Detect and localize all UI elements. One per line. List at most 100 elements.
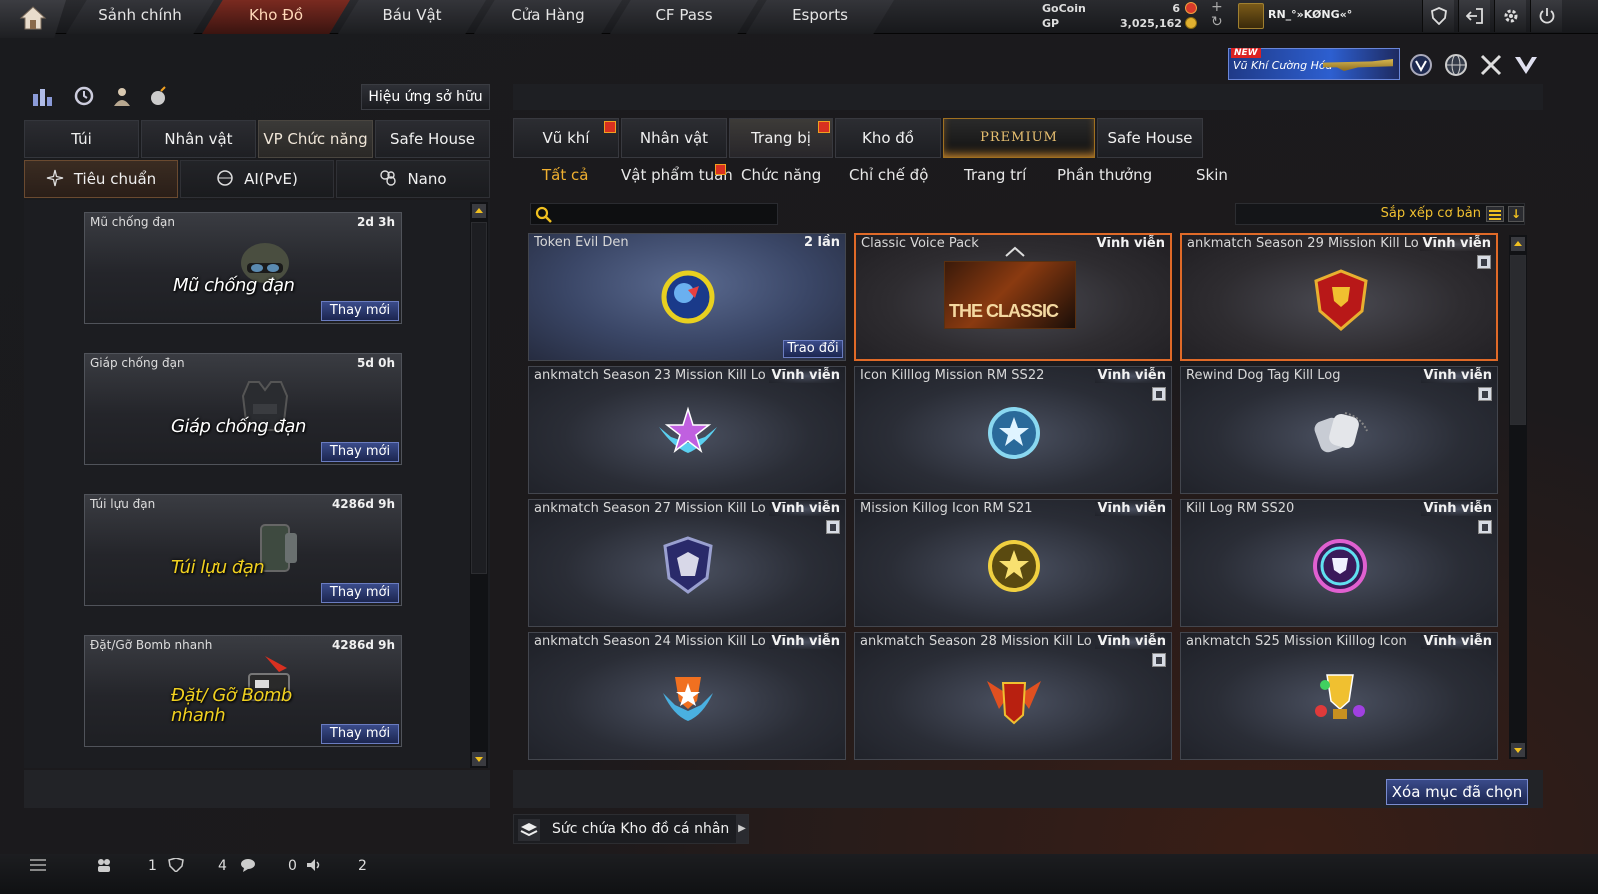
tab-safe-house[interactable]: Safe House: [375, 120, 490, 158]
item-card[interactable]: ankmatch Season 27 Mission Kill Lo Vĩnh …: [528, 499, 846, 627]
scroll-down-arrow[interactable]: [472, 752, 486, 766]
history-icon[interactable]: [72, 84, 96, 108]
subtab-rewards[interactable]: Phần thưởng: [1057, 166, 1152, 184]
scroll-up-arrow[interactable]: [472, 204, 486, 218]
tab-storage[interactable]: Kho đồ: [835, 118, 941, 158]
trash-icon[interactable]: [1477, 255, 1491, 269]
subtab-mode-only[interactable]: Chỉ chế độ: [849, 166, 928, 184]
tab-safe-house-right[interactable]: Safe House: [1097, 118, 1203, 158]
tab-vp-function[interactable]: VP Chức năng: [258, 120, 373, 158]
equipment-card-armor[interactable]: Giáp chống đạn 5d 0h Giáp chống đạn Thay…: [84, 353, 402, 465]
subtab-nano[interactable]: Nano: [336, 160, 490, 198]
renew-button[interactable]: Thay mới: [321, 442, 399, 462]
item-card[interactable]: ankmatch Season 24 Mission Kill Lo Vĩnh …: [528, 632, 846, 760]
item-card[interactable]: Icon Killlog Mission RM SS22 Vĩnh viễn: [854, 366, 1172, 494]
item-card[interactable]: Classic Voice Pack Vĩnh viễn THE CLASSIC: [854, 233, 1172, 361]
delete-selected-button[interactable]: Xóa mục đã chọn: [1386, 779, 1528, 805]
item-card[interactable]: ankmatch Season 28 Mission Kill Lo Vĩnh …: [854, 632, 1172, 760]
equipment-title: Giáp chống đạn: [171, 416, 306, 437]
subtab-decoration[interactable]: Trang trí: [964, 166, 1026, 184]
item-card[interactable]: Mission Killog Icon RM S21 Vĩnh viễn: [854, 499, 1172, 627]
v-logo-icon[interactable]: [1513, 52, 1539, 78]
bomb-icon[interactable]: [146, 84, 170, 108]
item-name: Kill Log RM SS20: [1186, 501, 1295, 516]
scroll-up-arrow[interactable]: [1511, 237, 1525, 251]
subtab-all[interactable]: Tất cả: [542, 166, 588, 184]
home-button[interactable]: [0, 0, 66, 38]
renew-button[interactable]: Thay mới: [321, 724, 399, 744]
globe-icon[interactable]: [1443, 52, 1469, 78]
refresh-icon[interactable]: ↻: [1211, 15, 1223, 30]
capacity-panel[interactable]: Sức chứa Kho đồ cá nhân ▶: [513, 814, 749, 844]
character-icon[interactable]: [110, 84, 134, 108]
item-card[interactable]: Kill Log RM SS20 Vĩnh viễn: [1180, 499, 1498, 627]
item-name: Mission Killog Icon RM S21: [860, 501, 1033, 516]
clan-shield-icon[interactable]: [168, 858, 184, 872]
item-card[interactable]: ankmatch Season 23 Mission Kill Lo Vĩnh …: [528, 366, 846, 494]
equipment-card-quick-bomb[interactable]: Đặt/Gỡ Bomb nhanh 4286d 9h Đặt/ Gỡ Bomb …: [84, 635, 402, 747]
tab-characters[interactable]: Nhân vật: [621, 118, 727, 158]
chevron-up-icon: [1005, 246, 1025, 257]
chat-icon[interactable]: [240, 858, 256, 872]
tab-bag[interactable]: Túi: [24, 120, 139, 158]
trash-icon[interactable]: [1478, 520, 1492, 534]
exit-button[interactable]: [1458, 0, 1490, 32]
chevron-right-icon[interactable]: ▶: [736, 815, 748, 843]
subtab-standard[interactable]: Tiêu chuẩn: [24, 160, 178, 198]
subtab-ai-pve[interactable]: AI(PvE): [180, 160, 334, 198]
nav-tab-lobby[interactable]: Sảnh chính: [66, 0, 214, 34]
equipment-card-helmet[interactable]: Mũ chống đạn 2d 3h Mũ chống đạn Thay mới: [84, 212, 402, 324]
nav-tab-esports[interactable]: Esports: [746, 0, 894, 34]
trash-icon[interactable]: [1152, 653, 1166, 667]
nav-tab-cf-pass[interactable]: CF Pass: [610, 0, 758, 34]
dog-tag-icon: [1314, 412, 1368, 453]
emblem-icon[interactable]: [1408, 52, 1434, 78]
renew-button[interactable]: Thay mới: [321, 301, 399, 321]
settings-button[interactable]: [1494, 0, 1526, 32]
scroll-thumb[interactable]: [1510, 255, 1526, 425]
speaker-icon[interactable]: [306, 858, 322, 872]
nav-tab-treasure[interactable]: Báu Vật: [338, 0, 486, 34]
item-card[interactable]: Rewind Dog Tag Kill Log Vĩnh viễn: [1180, 366, 1498, 494]
tab-premium[interactable]: PREMIUM: [943, 118, 1095, 158]
sort-order-icon[interactable]: ↓: [1508, 206, 1524, 222]
tab-equipment[interactable]: Trang bị: [729, 118, 833, 158]
trash-icon[interactable]: [1152, 387, 1166, 401]
sort-dropdown[interactable]: Sắp xếp cơ bản ↓: [1235, 203, 1525, 225]
trash-icon[interactable]: [1478, 387, 1492, 401]
power-button[interactable]: [1530, 0, 1562, 32]
nav-tab-inventory[interactable]: Kho Đồ: [202, 0, 350, 34]
equipment-scrollbar[interactable]: [470, 202, 488, 768]
trade-button[interactable]: Trao đổi: [783, 340, 843, 358]
menu-icon[interactable]: [30, 858, 46, 872]
search-box[interactable]: [530, 203, 778, 225]
gold-star-badge-icon: [988, 540, 1040, 592]
shield-button[interactable]: [1422, 0, 1454, 32]
item-card[interactable]: Token Evil Den 2 lần Trao đổi: [528, 233, 846, 361]
scroll-down-arrow[interactable]: [1511, 743, 1525, 757]
tab-character[interactable]: Nhân vật: [141, 120, 256, 158]
crossed-weapons-icon[interactable]: [1478, 52, 1504, 78]
item-card[interactable]: ankmatch Season 29 Mission Kill Lo Vĩnh …: [1180, 233, 1498, 361]
renew-button[interactable]: Thay mới: [321, 583, 399, 603]
trash-icon[interactable]: [826, 520, 840, 534]
equipment-title: Đặt/ Gỡ Bomb nhanh: [171, 685, 292, 726]
ranking-icon[interactable]: [30, 84, 54, 108]
subtab-skin[interactable]: Skin: [1196, 166, 1228, 184]
friends-icon[interactable]: [96, 858, 112, 872]
scroll-thumb[interactable]: [471, 222, 487, 574]
gocoin-icon: [1185, 2, 1197, 14]
nav-tab-shop[interactable]: Cửa Hàng: [474, 0, 622, 34]
tab-weapons[interactable]: Vũ khí: [513, 118, 619, 158]
promo-banner[interactable]: NEW Vũ Khí Cường Hóa: [1228, 48, 1400, 80]
item-card[interactable]: ankmatch S25 Mission Killlog Icon Vĩnh v…: [1180, 632, 1498, 760]
owned-effects-button[interactable]: Hiệu ứng sở hữu: [361, 84, 490, 110]
item-duration: Vĩnh viễn: [1095, 634, 1166, 649]
equipment-card-grenade-bag[interactable]: Túi lựu đạn 4286d 9h Túi lựu đạn Thay mớ…: [84, 494, 402, 606]
top-bar: Sảnh chính Kho Đồ Báu Vật Cửa Hàng CF Pa…: [0, 0, 1598, 38]
list-view-icon[interactable]: [1486, 206, 1504, 222]
add-currency-icon[interactable]: +: [1211, 0, 1223, 15]
subtab-function[interactable]: Chức năng: [741, 166, 821, 184]
gift-icon: [604, 121, 616, 133]
inventory-scrollbar[interactable]: [1509, 235, 1527, 759]
